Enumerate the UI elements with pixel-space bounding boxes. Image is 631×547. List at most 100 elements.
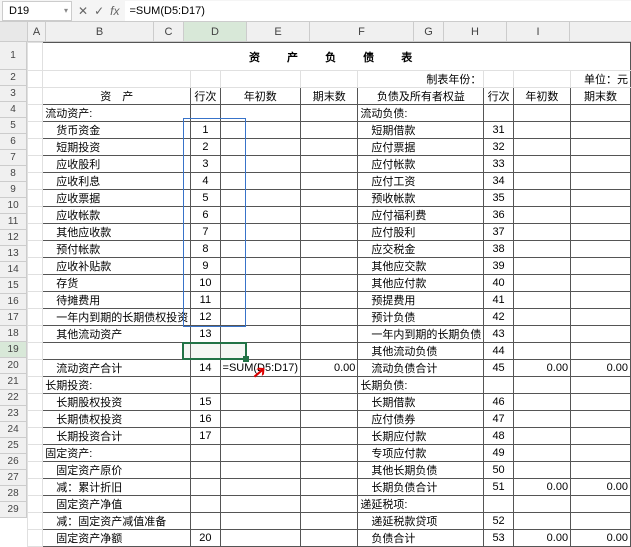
row-header-13[interactable]: 13 [0, 246, 27, 262]
cell-e[interactable] [301, 326, 358, 343]
cell-b[interactable]: 待摊费用 [43, 292, 191, 309]
cell-e[interactable] [301, 428, 358, 445]
cell-i[interactable] [571, 224, 631, 241]
cell-f[interactable]: 其他流动负债 [358, 343, 484, 360]
cell-i[interactable] [571, 445, 631, 462]
cell-f[interactable]: 流动负债合计 [358, 360, 484, 377]
row-header-16[interactable]: 16 [0, 294, 27, 310]
cell-b[interactable]: 长期投资: [43, 377, 191, 394]
row-header-12[interactable]: 12 [0, 230, 27, 246]
cell-b[interactable]: 应收利息 [43, 173, 191, 190]
cell[interactable] [28, 445, 43, 462]
cell-f[interactable]: 短期借款 [358, 122, 484, 139]
cell-f[interactable]: 负债合计 [358, 530, 484, 547]
cell-d[interactable] [220, 394, 301, 411]
cell-d[interactable] [220, 411, 301, 428]
cell-h[interactable]: 0.00 [513, 479, 570, 496]
cell-e[interactable] [301, 377, 358, 394]
cell[interactable] [28, 258, 43, 275]
cell-i[interactable] [571, 173, 631, 190]
cell[interactable] [28, 513, 43, 530]
cell[interactable] [28, 88, 43, 105]
cell-d[interactable] [220, 207, 301, 224]
cell-i[interactable] [571, 258, 631, 275]
cell-c[interactable] [191, 377, 220, 394]
cell-f[interactable]: 其他应付款 [358, 275, 484, 292]
cell-d[interactable] [220, 513, 301, 530]
cell-c[interactable] [191, 462, 220, 479]
cell-c[interactable]: 10 [191, 275, 220, 292]
name-box[interactable]: D19 ▾ [2, 1, 72, 21]
cell-e[interactable] [301, 173, 358, 190]
cell[interactable] [28, 326, 43, 343]
cell-e[interactable] [301, 241, 358, 258]
cell-d[interactable] [220, 275, 301, 292]
cell-b[interactable]: 其他流动资产 [43, 326, 191, 343]
row-header-10[interactable]: 10 [0, 198, 27, 214]
row-header-20[interactable]: 20 [0, 358, 27, 374]
row-header-21[interactable]: 21 [0, 374, 27, 390]
hdr-row2[interactable]: 行次 [484, 88, 513, 105]
cell-d[interactable] [220, 156, 301, 173]
cell-b[interactable]: 其他应收款 [43, 224, 191, 241]
cell-e[interactable]: 0.00 [301, 360, 358, 377]
cell-c[interactable] [191, 343, 220, 360]
cell-i[interactable] [571, 309, 631, 326]
cell-c[interactable]: 1 [191, 122, 220, 139]
cell-f[interactable]: 递延税款贷项 [358, 513, 484, 530]
cell-g[interactable]: 49 [484, 445, 513, 462]
cell[interactable] [28, 43, 43, 71]
cell-g[interactable]: 35 [484, 190, 513, 207]
cell-h[interactable] [513, 207, 570, 224]
cell-g[interactable]: 51 [484, 479, 513, 496]
cell-c[interactable]: 20 [191, 530, 220, 547]
cell-g[interactable]: 47 [484, 411, 513, 428]
cell-d[interactable] [220, 105, 301, 122]
cell-g[interactable]: 38 [484, 241, 513, 258]
cell[interactable] [28, 207, 43, 224]
cell-g[interactable] [484, 377, 513, 394]
cell-f[interactable]: 应付债券 [358, 411, 484, 428]
cell-i[interactable] [571, 513, 631, 530]
cell-h[interactable] [513, 445, 570, 462]
cell-g[interactable]: 31 [484, 122, 513, 139]
cell-h[interactable] [513, 224, 570, 241]
cell[interactable] [28, 292, 43, 309]
cell-h[interactable] [513, 292, 570, 309]
cell[interactable] [28, 309, 43, 326]
row-header-26[interactable]: 26 [0, 454, 27, 470]
cell[interactable] [28, 122, 43, 139]
cell-c[interactable] [191, 445, 220, 462]
chevron-down-icon[interactable]: ▾ [64, 6, 68, 15]
row-header-6[interactable]: 6 [0, 134, 27, 150]
cell-h[interactable] [513, 496, 570, 513]
cell-e[interactable] [301, 292, 358, 309]
cell-f[interactable]: 其他应交款 [358, 258, 484, 275]
cell-i[interactable] [571, 343, 631, 360]
cell-d[interactable] [220, 377, 301, 394]
cell[interactable] [28, 275, 43, 292]
cell-c[interactable]: 9 [191, 258, 220, 275]
cell-d[interactable] [220, 428, 301, 445]
cell-e[interactable] [301, 258, 358, 275]
cell-b[interactable]: 应收股利 [43, 156, 191, 173]
cell-e[interactable] [301, 343, 358, 360]
cell[interactable] [191, 71, 220, 88]
hdr-liab[interactable]: 负债及所有者权益 [358, 88, 484, 105]
cell-f[interactable]: 长期负债合计 [358, 479, 484, 496]
fill-handle[interactable] [243, 356, 249, 362]
select-all-corner[interactable] [0, 22, 28, 41]
cell-d[interactable] [220, 292, 301, 309]
cell-b[interactable]: 固定资产原价 [43, 462, 191, 479]
cell-i[interactable] [571, 275, 631, 292]
cell[interactable] [28, 173, 43, 190]
cell-f[interactable]: 递延税项: [358, 496, 484, 513]
cell-i[interactable] [571, 496, 631, 513]
cell[interactable] [28, 156, 43, 173]
row-header-23[interactable]: 23 [0, 406, 27, 422]
cell-g[interactable]: 52 [484, 513, 513, 530]
col-header-i[interactable]: I [507, 22, 570, 41]
cell[interactable] [28, 190, 43, 207]
cell-e[interactable] [301, 156, 358, 173]
cell[interactable] [28, 496, 43, 513]
